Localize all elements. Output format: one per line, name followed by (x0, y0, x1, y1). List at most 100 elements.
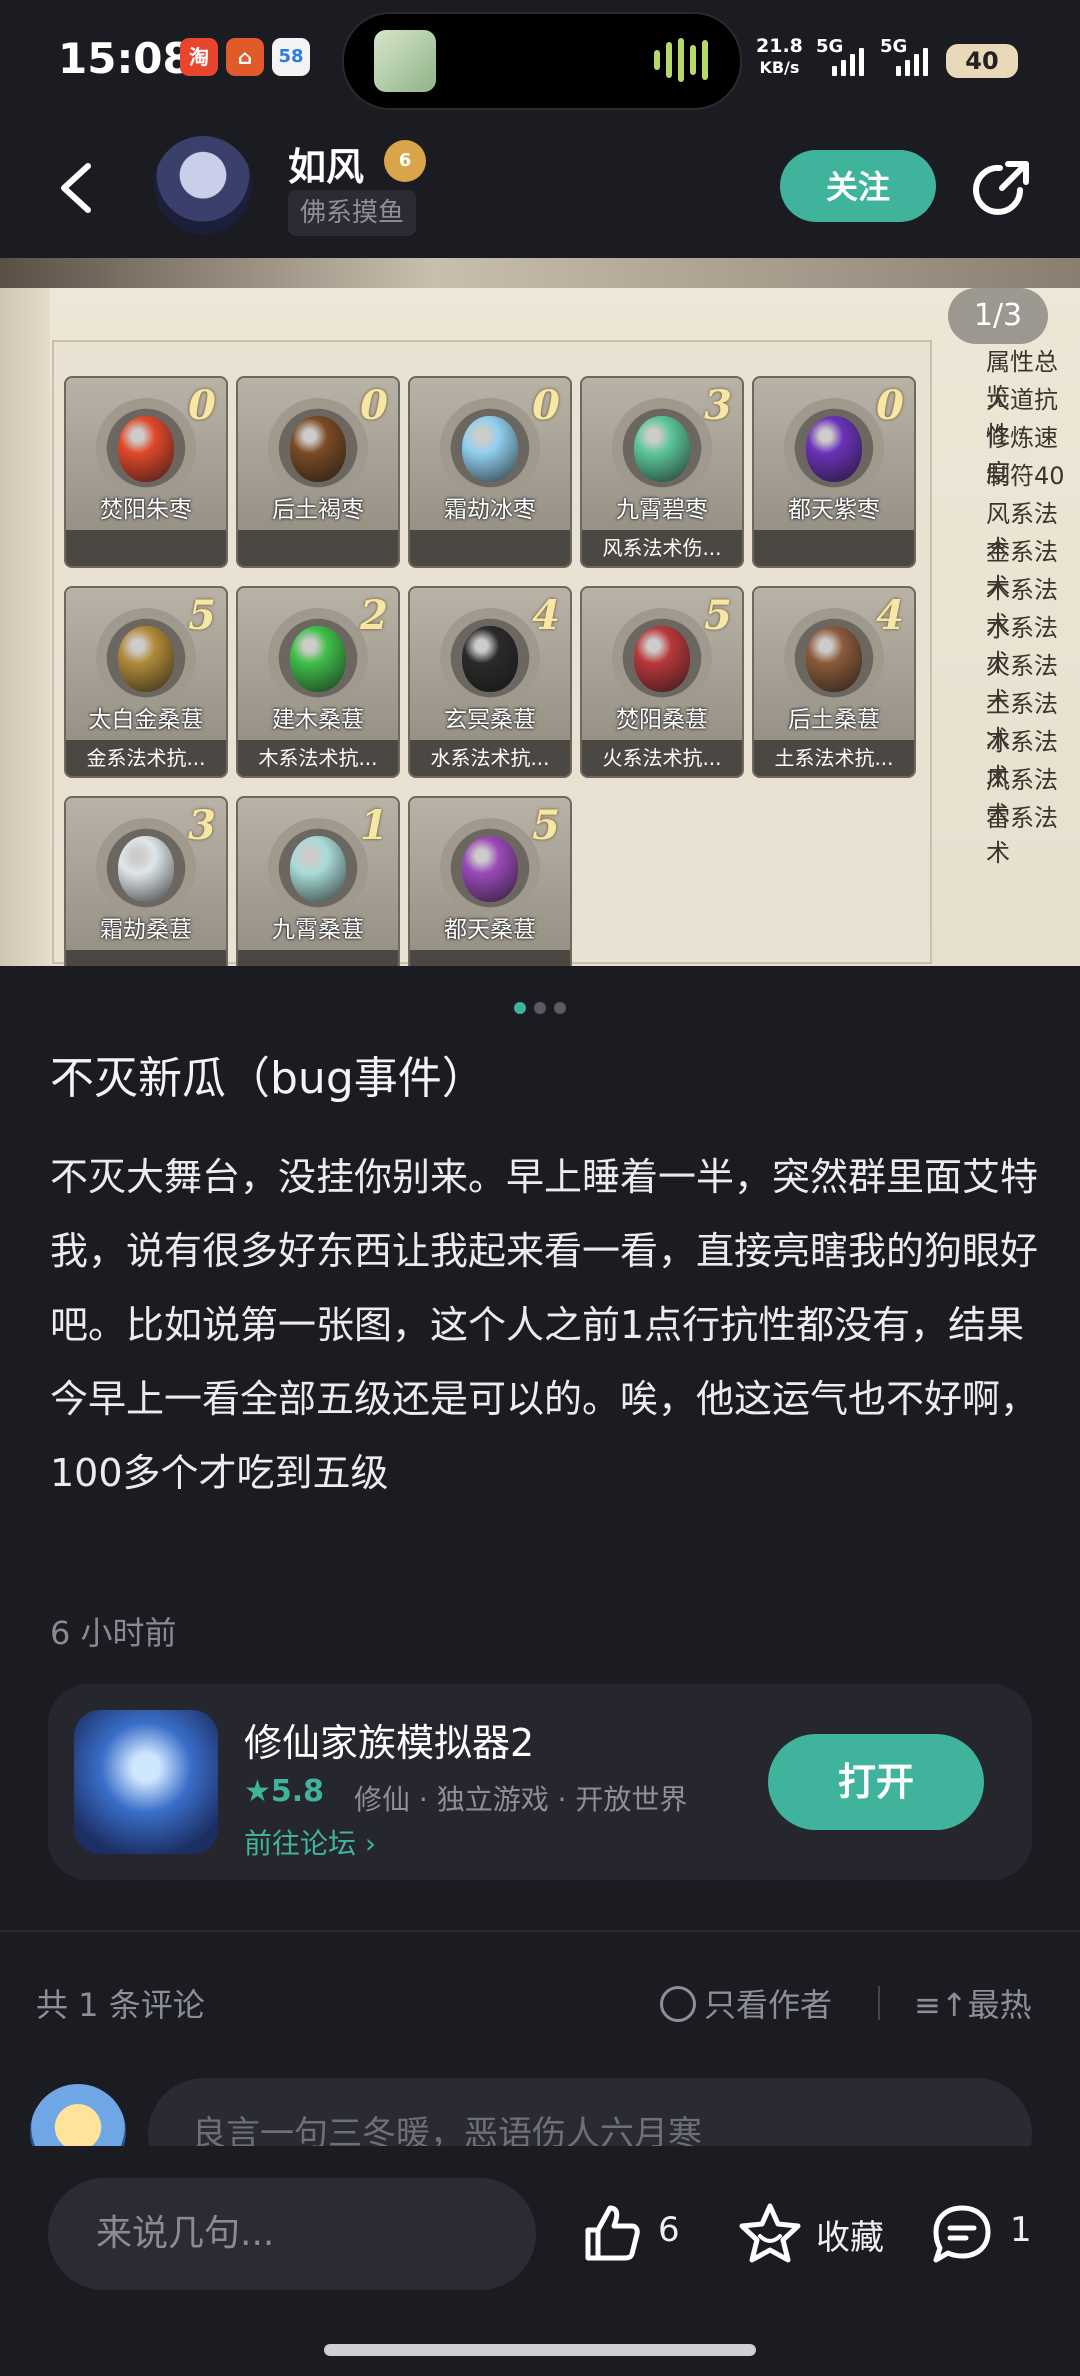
tile-desc (410, 530, 570, 566)
fruit-icon (634, 626, 690, 692)
tile-name: 都天桑葚 (444, 917, 536, 943)
fruit-icon (806, 626, 862, 692)
game-name: 修仙家族模拟器2 (244, 1721, 535, 1765)
inventory-tile: 0 霜劫冰枣 (408, 376, 572, 568)
carousel-dot (554, 1002, 566, 1014)
fruit-icon (462, 626, 518, 692)
tile-name: 都天紫枣 (788, 497, 880, 523)
author-only-filter[interactable]: 只看作者 (704, 1980, 832, 2026)
image-left-decoration (0, 288, 50, 966)
shop-icon: ⌂ (226, 38, 264, 76)
back-button[interactable] (56, 160, 96, 216)
net-speed: 21.8 KB/s (756, 35, 803, 78)
tile-desc: 火系法术抗... (582, 740, 742, 776)
tile-desc (66, 530, 226, 566)
comment-count: 共 1 条评论 (36, 1986, 205, 2024)
tile-name: 建木桑葚 (272, 707, 364, 733)
thumbs-up-icon (585, 2205, 640, 2261)
tile-count: 0 (188, 382, 216, 429)
forum-link[interactable]: 前往论坛 › (244, 1822, 376, 1862)
fruit-icon (118, 626, 174, 692)
follow-button[interactable]: 关注 (780, 150, 936, 222)
image-counter: 1/3 (948, 288, 1048, 344)
tile-name: 霜劫冰枣 (444, 497, 536, 523)
star-icon: ★ (244, 1774, 271, 1809)
tile-desc: 风系法术伤... (582, 530, 742, 566)
fruit-icon (806, 416, 862, 482)
fruit-icon (290, 416, 346, 482)
open-game-button[interactable]: 打开 (768, 1734, 984, 1830)
radio-circle-icon[interactable] (660, 1986, 696, 2022)
tile-name: 玄冥桑葚 (444, 707, 536, 733)
game-tags: 修仙 · 独立游戏 · 开放世界 (354, 1783, 688, 1816)
author-name[interactable]: 如风 (288, 136, 364, 191)
tile-desc: 水系法术抗... (410, 740, 570, 776)
tile-count: 5 (704, 592, 732, 639)
tile-count: 5 (532, 802, 560, 849)
tile-desc (238, 530, 398, 566)
tile-count: 2 (360, 592, 388, 639)
tile-count: 0 (532, 382, 560, 429)
home-indicator[interactable] (324, 2344, 756, 2356)
sort-selector[interactable]: ≡↑最热 (914, 1980, 1032, 2026)
post-body: 不灭大舞台，没挂你别来。早上睡着一半，突然群里面艾特我，说有很多好东西让我起来看… (50, 1155, 1039, 1495)
tile-count: 3 (188, 802, 216, 849)
inventory-tile: 5 都天桑葚 (408, 796, 572, 966)
fruit-icon (462, 836, 518, 902)
author-avatar[interactable] (154, 136, 252, 234)
section-divider (0, 1930, 1080, 1932)
signal-bars-icon (832, 42, 876, 76)
dynamic-island[interactable] (342, 12, 742, 110)
inventory-tile: 3 霜劫桑葚 (64, 796, 228, 966)
image-top-border (0, 258, 1080, 288)
level-badge: 6 (384, 140, 426, 182)
game-icon (74, 1710, 218, 1854)
comment-button[interactable] (930, 2202, 994, 2266)
inventory-tile: 5 焚阳桑葚火系法术抗... (580, 586, 744, 778)
inventory-tile: 0 都天紫枣 (752, 376, 916, 568)
inventory-tile: 3 九霄碧枣风系法术伤... (580, 376, 744, 568)
tile-name: 焚阳桑葚 (616, 707, 708, 733)
tile-count: 1 (360, 802, 388, 849)
inventory-tile: 2 建木桑葚木系法术抗... (236, 586, 400, 778)
fruit-icon (634, 416, 690, 482)
like-button[interactable] (580, 2202, 644, 2266)
tile-desc (238, 950, 398, 966)
fruit-icon (118, 836, 174, 902)
inventory-tile: 0 焚阳朱枣 (64, 376, 228, 568)
status-time: 15:08 (58, 34, 192, 83)
favorite-button[interactable] (738, 2202, 802, 2266)
tile-count: 0 (876, 382, 904, 429)
tile-name: 九霄碧枣 (616, 497, 708, 523)
carousel-dot (534, 1002, 546, 1014)
tile-desc: 木系法术抗... (238, 740, 398, 776)
tile-count: 4 (876, 592, 904, 639)
battery-indicator: 40 (946, 44, 1018, 78)
signal-bars-icon-2 (896, 42, 940, 76)
tile-desc (410, 950, 570, 966)
chevron-right-icon: › (364, 1827, 377, 1860)
music-cover-icon (374, 30, 436, 92)
tile-desc (754, 530, 914, 566)
share-button[interactable] (968, 156, 1034, 222)
game-card[interactable]: 修仙家族模拟器2 ★5.8 修仙 · 独立游戏 · 开放世界 前往论坛 › 打开 (48, 1684, 1032, 1880)
fruit-icon (462, 416, 518, 482)
fruit-icon (290, 626, 346, 692)
post-image-carousel[interactable]: 0 焚阳朱枣 0 后土褐枣 0 霜劫冰枣 3 九霄碧枣 风系法术伤... 0 都天紫枣 5 太白金桑葚金… (0, 258, 1080, 966)
tile-name: 后土褐枣 (272, 497, 364, 523)
author-tag: 佛系摸鱼 (288, 190, 417, 236)
post-time: 6 小时前 (50, 1614, 177, 1652)
tile-count: 3 (704, 382, 732, 429)
sort-icon: ≡↑ (914, 1986, 968, 2024)
bottom-action-bar: 来说几句... 6 收藏 1 (0, 2146, 1080, 2376)
comment-count-bottom: 1 (1010, 2210, 1032, 2250)
tile-name: 九霄桑葚 (272, 917, 364, 943)
tile-desc: 金系法术抗... (66, 740, 226, 776)
filter-separator (878, 1986, 880, 2020)
tile-count: 4 (532, 592, 560, 639)
tile-desc (66, 950, 226, 966)
tile-count: 0 (360, 382, 388, 429)
reply-input[interactable]: 来说几句... (48, 2178, 536, 2290)
tile-name: 太白金桑葚 (88, 707, 204, 733)
inventory-tile: 0 后土褐枣 (236, 376, 400, 568)
